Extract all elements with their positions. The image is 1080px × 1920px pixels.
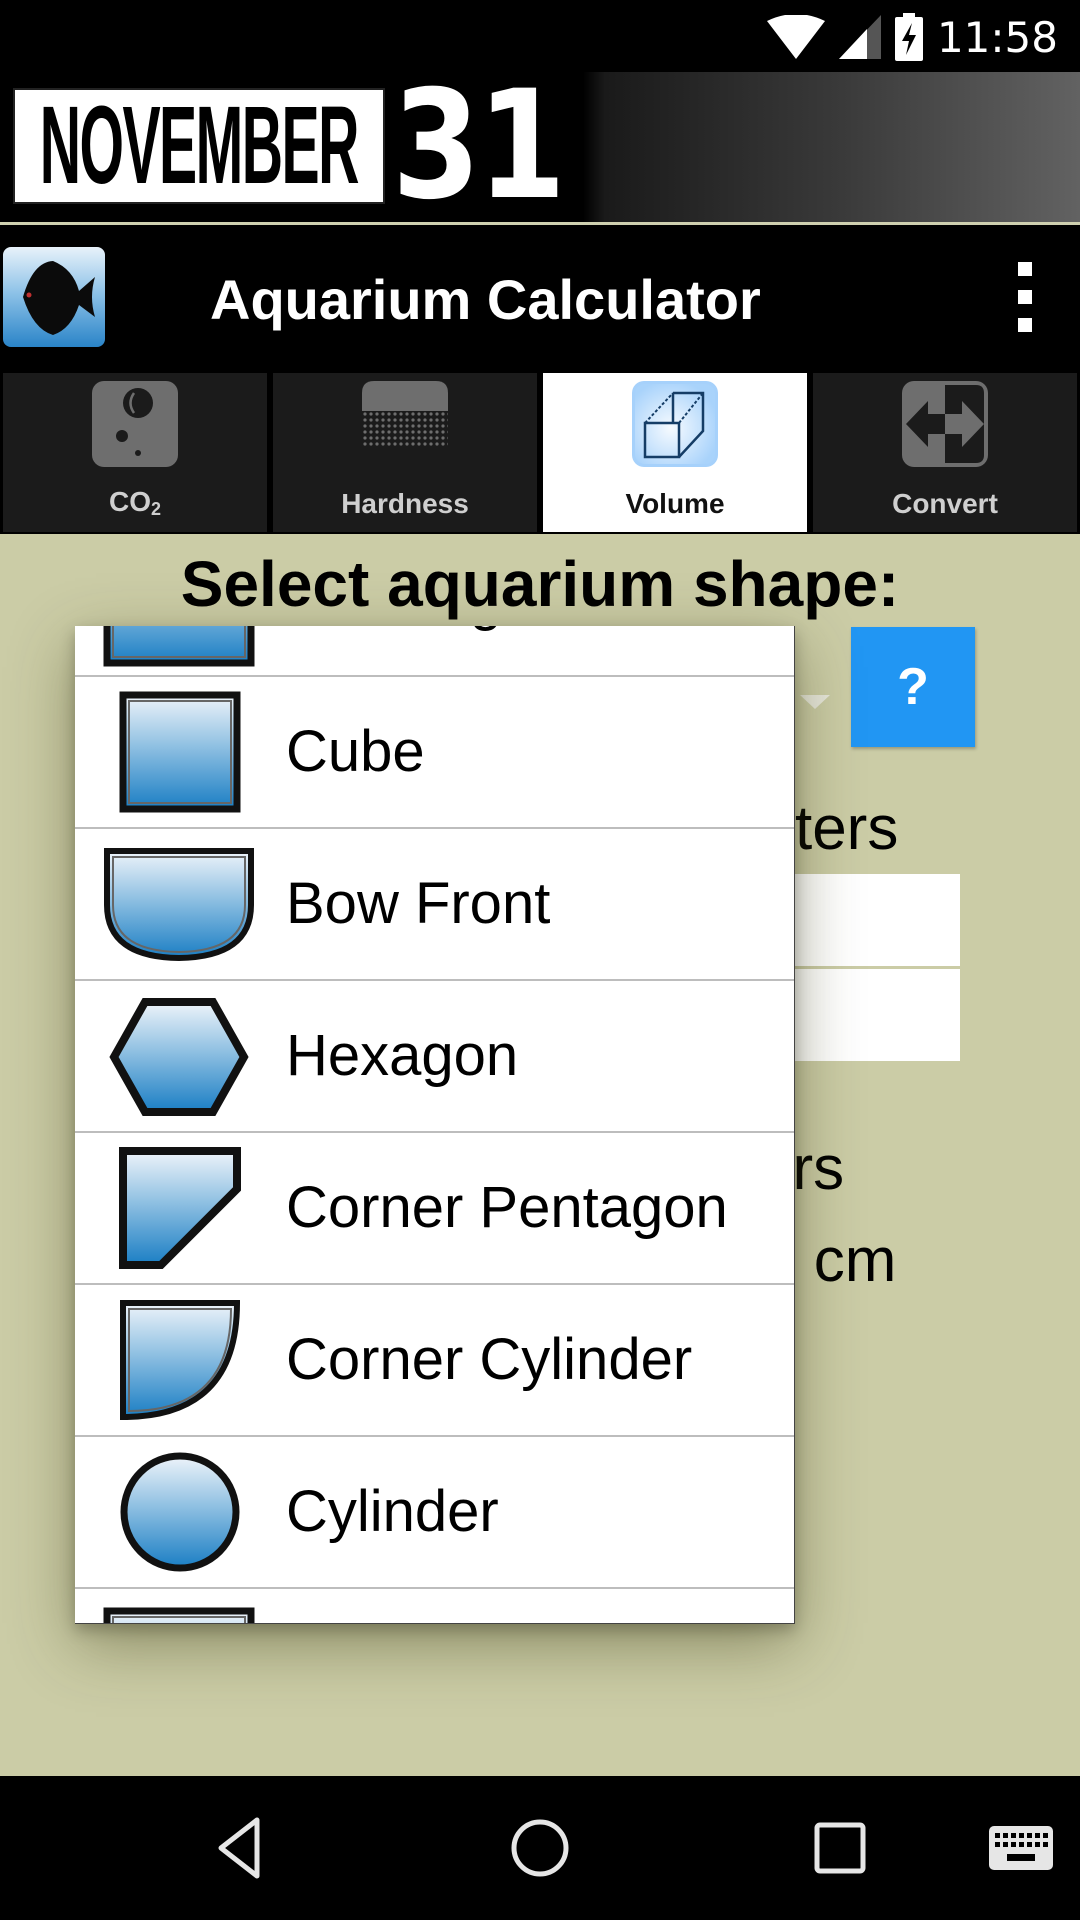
tab-label: Volume <box>625 488 725 519</box>
banner-logo-number: 31 <box>392 59 566 233</box>
option-label: Cube <box>286 719 425 784</box>
cylinder-shape-icon <box>119 1451 241 1573</box>
recents-icon[interactable] <box>785 1798 895 1898</box>
tab-co2[interactable]: CO2 <box>3 373 267 532</box>
option-label: Corner Cylinder <box>286 1327 693 1392</box>
navigation-bar <box>0 1776 1080 1920</box>
battery-charging-icon <box>894 13 923 61</box>
option-label: Hexagon <box>286 1023 519 1088</box>
cube-shape-icon <box>119 691 241 813</box>
cell-signal-icon <box>838 15 881 59</box>
fish-icon <box>3 247 105 347</box>
corner-pentagon-shape-icon <box>119 1147 241 1269</box>
corner-cylinder-shape-icon <box>119 1299 241 1421</box>
spinner-dropdown-arrow-icon[interactable] <box>800 695 830 709</box>
convert-arrows-icon <box>902 381 988 467</box>
bow-front-shape-icon <box>103 847 255 962</box>
tab-convert[interactable]: Convert <box>813 373 1077 532</box>
option-label: Corner Pentagon <box>286 1175 728 1240</box>
status-time: 11:58 <box>936 12 1058 62</box>
section-title: Select aquarium shape: <box>180 548 900 620</box>
shape-option-rectangle[interactable]: Rectangle <box>75 626 794 677</box>
keyboard-icon[interactable] <box>966 1798 1076 1898</box>
app-title: Aquarium Calculator <box>210 268 761 331</box>
home-icon[interactable] <box>485 1798 595 1898</box>
hexagon-shape-icon <box>109 997 249 1117</box>
hardness-dots-icon <box>362 381 448 467</box>
tab-label: CO2 <box>108 486 161 519</box>
tab-label: Convert <box>892 488 998 519</box>
shape-dropdown-list[interactable]: Rectangle Cube Bow Front Hexagon Corner <box>75 626 795 1624</box>
wifi-icon <box>766 15 825 59</box>
rectangle-shape-icon <box>103 1607 255 1623</box>
shape-option-cylinder[interactable]: Cylinder <box>75 1437 794 1589</box>
tab-volume[interactable]: Volume <box>543 373 807 532</box>
shape-option-hexagon[interactable]: Hexagon <box>75 981 794 1133</box>
co2-bubbles-icon <box>92 381 178 467</box>
shape-option-corner-pentagon[interactable]: Corner Pentagon <box>75 1133 794 1285</box>
cube-icon <box>632 381 718 467</box>
shape-option-corner-cylinder[interactable]: Corner Cylinder <box>75 1285 794 1437</box>
shape-option-cube[interactable]: Cube <box>75 677 794 829</box>
tab-hardness[interactable]: Hardness <box>273 373 537 532</box>
option-label: Rectangle <box>286 626 547 675</box>
shape-option-partial[interactable] <box>75 1589 794 1623</box>
option-label: Bow Front <box>286 871 551 936</box>
shape-option-bow-front[interactable]: Bow Front <box>75 829 794 981</box>
option-label: Cylinder <box>286 1479 499 1544</box>
help-button[interactable]: ? <box>851 627 975 747</box>
back-icon[interactable] <box>186 1798 296 1898</box>
tab-label: Hardness <box>341 488 469 519</box>
rectangle-shape-icon <box>103 626 255 667</box>
more-vert-icon[interactable] <box>1010 262 1040 332</box>
banner-logo-word: NOVEMBER <box>13 88 385 204</box>
